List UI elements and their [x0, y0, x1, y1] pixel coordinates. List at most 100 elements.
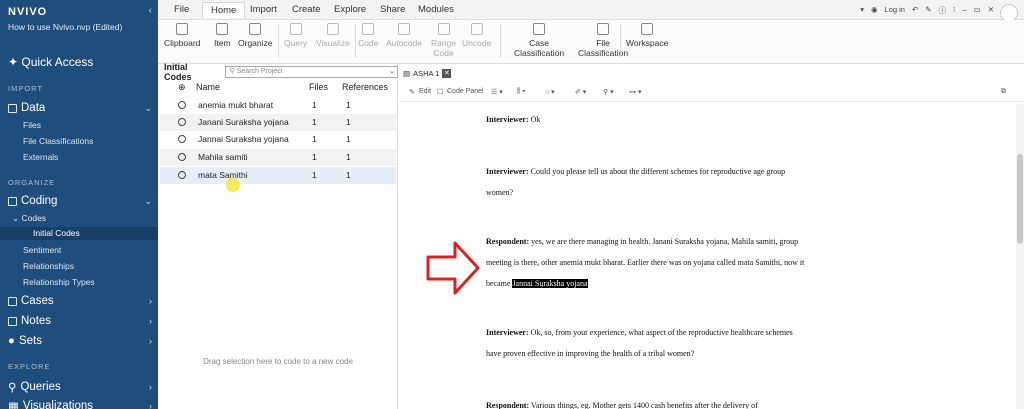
column-header-references[interactable]: References [342, 82, 388, 92]
code-name: Mahila samiti [198, 152, 248, 162]
code-files: 1 [312, 134, 317, 144]
highlight-icon[interactable]: ✐ ▾ [575, 88, 586, 96]
edit-toggle[interactable]: Edit [419, 88, 431, 95]
paragraph-text: Ok, so, from your experience, what aspec… [486, 328, 793, 358]
autocode-button[interactable]: Autocode [386, 23, 422, 48]
edit-icon[interactable]: ✎ [409, 88, 415, 96]
quick-access-item[interactable]: ✦ Quick Access [8, 55, 93, 69]
selected-text[interactable]: Jannai Suraksha yojana [512, 279, 588, 288]
sidebar-item-codes[interactable]: ⌄ Codes [12, 213, 46, 224]
tab-create[interactable]: Create [292, 4, 321, 15]
close-icon[interactable]: ✕ [988, 5, 994, 16]
more-icon[interactable]: ⁝ [953, 5, 955, 16]
collapse-sidebar-icon[interactable]: ‹ [149, 5, 152, 16]
tab-explore[interactable]: Explore [334, 4, 366, 15]
undo-icon[interactable]: ↶ [912, 5, 918, 16]
table-row[interactable]: Janani Suraksha yojana 1 1 [160, 114, 396, 131]
stripes-icon[interactable]: ⫼ ▾ [517, 88, 526, 96]
sidebar-item-notes[interactable]: Notes › [8, 315, 152, 327]
zoom-icon[interactable]: ⚲ ▾ [603, 88, 614, 96]
visualize-button[interactable]: Visualize [316, 23, 350, 48]
sidebar-item-visualizations[interactable]: ▦ Visualizations › [8, 399, 152, 409]
sidebar-item-queries[interactable]: ⚲ Queries › [8, 380, 152, 394]
code-references: 1 [346, 170, 351, 180]
help-icon[interactable]: ◉ [871, 5, 878, 16]
table-row[interactable]: Mahila samiti 1 1 [160, 149, 396, 166]
notes-icon [8, 316, 17, 326]
sidebar-item-sets[interactable]: ● Sets › [8, 335, 152, 347]
vertical-scrollbar[interactable] [1016, 104, 1024, 409]
info-icon[interactable]: ⓘ [939, 5, 947, 16]
tab-home[interactable]: Home [202, 2, 246, 18]
code-files: 1 [312, 152, 317, 162]
sidebar-item-relationship-types[interactable]: Relationship Types [23, 277, 95, 287]
circle-icon[interactable]: ○ ▾ [545, 88, 555, 96]
column-header-name[interactable]: Name [196, 82, 220, 92]
table-row[interactable]: anemia mukt bharat 1 1 [160, 97, 396, 114]
sidebar-item-label: Notes [21, 315, 52, 327]
button-label: Item [214, 38, 231, 48]
code-panel-toggle[interactable]: Code Panel [447, 88, 484, 95]
sidebar-item-sentiment[interactable]: Sentiment [23, 245, 61, 255]
annotations-icon[interactable]: ☰ ▾ [491, 88, 503, 96]
paragraph-text: Various things, eg. Mother gets 1400 cas… [529, 401, 758, 409]
organize-button[interactable]: Organize [238, 23, 273, 48]
edit-icon[interactable]: ✎ [925, 5, 931, 16]
ribbon-toolbar: Clipboard Item Organize Query Visualize … [158, 20, 1024, 64]
sidebar-item-initial-codes[interactable]: Initial Codes [0, 227, 158, 240]
code-circle-icon [178, 101, 186, 109]
transcript-paragraph[interactable]: Respondent: yes, we are there managing i… [486, 231, 806, 294]
chevron-right-icon: › [149, 296, 152, 306]
speaker-label: Interviewer: [486, 328, 529, 337]
search-input[interactable]: ⚲ Search Project ⌄ [224, 66, 398, 78]
add-code-icon[interactable]: ⊕ [178, 82, 186, 93]
code-icon [362, 23, 375, 35]
sidebar-item-relationships[interactable]: Relationships [23, 261, 74, 271]
case-classification-button[interactable]: Case Classification [514, 23, 564, 58]
sidebar-item-externals[interactable]: Externals [23, 152, 58, 162]
table-row-selected[interactable]: mata Samithi 1 1 [160, 167, 396, 184]
table-row[interactable]: Jannai Suraksha yojana 1 1 [160, 131, 396, 148]
minimize-icon[interactable]: – [962, 5, 966, 16]
link-icon[interactable]: ⊶ ▾ [629, 88, 641, 96]
code-references: 1 [346, 134, 351, 144]
tab-modules[interactable]: Modules [418, 4, 454, 15]
scrollbar-thumb[interactable] [1017, 154, 1023, 244]
tab-share[interactable]: Share [380, 4, 405, 15]
workspace-button[interactable]: Workspace [626, 23, 668, 48]
button-label: Autocode [386, 38, 422, 48]
document-tab[interactable]: ▤ ASHA 1 ✕ [403, 69, 452, 78]
code-references: 1 [346, 152, 351, 162]
uncode-button[interactable]: Uncode [462, 23, 491, 48]
sidebar-item-data[interactable]: Data ⌄ [8, 102, 152, 114]
tab-import[interactable]: Import [250, 4, 277, 15]
maximize-icon[interactable]: ▭ [974, 5, 981, 16]
sidebar-item-file-classifications[interactable]: File Classifications [23, 136, 93, 146]
chevron-down-icon[interactable]: ⌄ [389, 67, 395, 77]
query-icon [289, 23, 302, 35]
undock-icon[interactable]: ⧉ [1001, 88, 1006, 96]
drag-drop-hint[interactable]: Drag selection here to code to a new cod… [158, 357, 398, 366]
quick-access-label: Quick Access [21, 55, 94, 69]
dropdown-icon[interactable]: ▾ [860, 5, 864, 16]
sidebar-item-files[interactable]: Files [23, 120, 41, 130]
column-header-files[interactable]: Files [309, 82, 328, 92]
speaker-label: Interviewer: [486, 167, 529, 176]
tab-file[interactable]: File [174, 4, 189, 15]
item-button[interactable]: Item [214, 23, 231, 48]
checkbox-icon[interactable]: ☐ [437, 88, 443, 96]
sidebar-item-coding[interactable]: Coding ⌄ [8, 195, 152, 207]
clipboard-button[interactable]: Clipboard [164, 23, 200, 48]
button-label: Code [358, 38, 379, 48]
query-button[interactable]: Query [284, 23, 307, 48]
transcript-paragraph: Interviewer: Ok, so, from your experienc… [486, 322, 806, 364]
code-name: Jannai Suraksha yojana [198, 134, 289, 144]
sets-icon: ● [8, 335, 15, 347]
code-button[interactable]: Code [358, 23, 378, 48]
close-icon[interactable]: ✕ [442, 69, 452, 78]
login-link[interactable]: Log in [885, 5, 905, 16]
button-label: Range [431, 38, 457, 48]
range-code-button[interactable]: Range Code [431, 23, 456, 58]
sidebar-item-cases[interactable]: Cases › [8, 295, 152, 307]
data-icon [8, 103, 17, 113]
